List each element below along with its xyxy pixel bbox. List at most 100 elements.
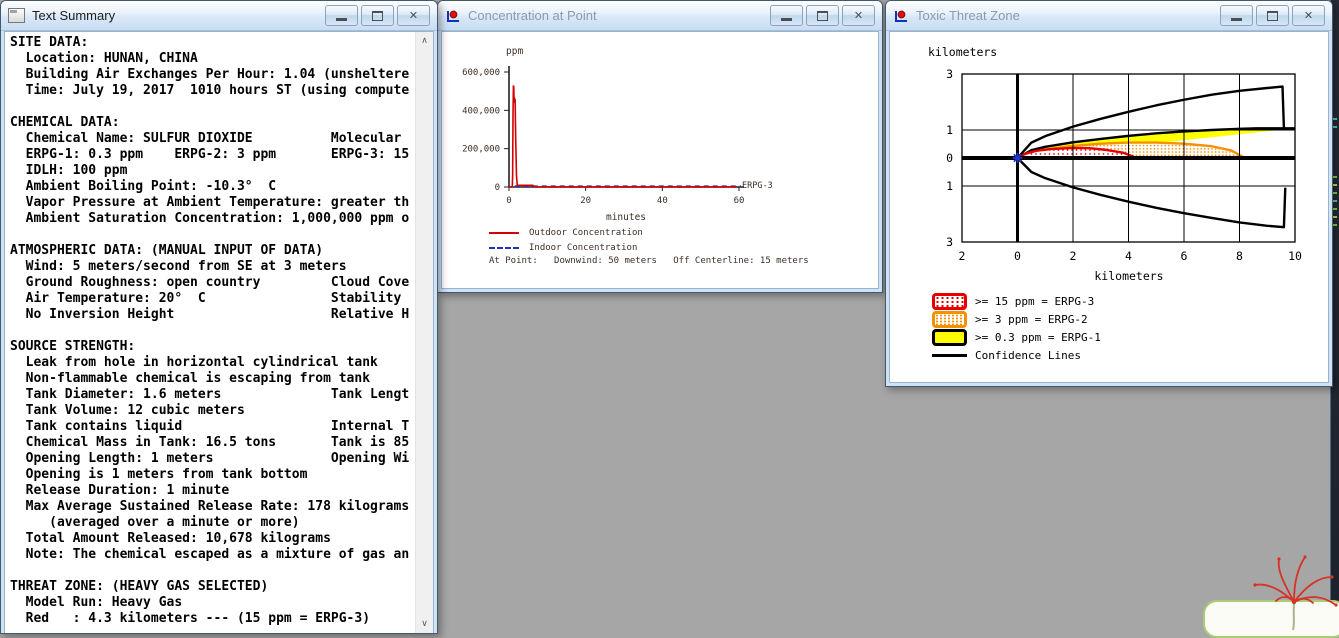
window-title: Toxic Threat Zone <box>916 8 1020 23</box>
text-summary-window: Text Summary ✕ SITE DATA: Location: HUNA… <box>0 0 438 634</box>
maximize-button[interactable] <box>1256 5 1289 26</box>
summary-line: Note: The chemical escaped as a mixture … <box>10 547 410 562</box>
svg-text:kilometers: kilometers <box>928 45 997 59</box>
edge-dash <box>1333 208 1337 210</box>
yellow-solid-swatch <box>932 328 967 346</box>
text-summary-titlebar[interactable]: Text Summary ✕ <box>1 1 437 31</box>
summary-line: Tank contains liquid Internal T <box>10 419 410 434</box>
svg-text:ppm: ppm <box>506 46 523 57</box>
maximize-icon <box>817 10 828 21</box>
summary-line: Leak from hole in horizontal cylindrical… <box>10 355 378 370</box>
svg-text:0: 0 <box>506 196 511 206</box>
minimize-icon <box>336 17 347 21</box>
summary-line <box>10 563 416 579</box>
scroll-up-icon[interactable]: ∧ <box>416 33 433 49</box>
close-button[interactable]: ✕ <box>842 5 875 26</box>
svg-text:200,000: 200,000 <box>462 145 500 155</box>
summary-line: ATMOSPHERIC DATA: (MANUAL INPUT OF DATA) <box>10 243 324 258</box>
summary-line: IDLH: 100 ppm <box>10 163 128 178</box>
summary-line: Max Average Sustained Release Rate: 178 … <box>10 499 410 514</box>
close-button[interactable]: ✕ <box>397 5 430 26</box>
orange-dots-swatch <box>932 310 967 328</box>
edge-dash <box>1333 176 1337 178</box>
summary-text: SITE DATA: Location: HUNAN, CHINA Buildi… <box>5 32 416 633</box>
maximize-icon <box>372 10 383 21</box>
legend-row: Confidence Lines <box>932 346 1101 364</box>
threat-zone-titlebar[interactable]: Toxic Threat Zone ✕ <box>886 1 1332 31</box>
summary-line: Tank Diameter: 1.6 meters Tank Lengt <box>10 387 410 402</box>
maximize-button[interactable] <box>361 5 394 26</box>
svg-text:4: 4 <box>1125 249 1132 263</box>
indoor-line-swatch <box>489 246 519 249</box>
legend-row: >= 0.3 ppm = ERPG-1 <box>932 328 1101 346</box>
svg-text:1: 1 <box>946 123 953 137</box>
summary-line: Ground Roughness: open country Cloud Cov… <box>10 275 410 290</box>
legend-label: >= 3 ppm = ERPG-2 <box>975 312 1088 326</box>
minimize-icon <box>781 17 792 21</box>
summary-line: Red : 4.3 kilometers --- (15 ppm = ERPG-… <box>10 611 371 626</box>
concentration-chart: ppm 0 200,000 400,000 600,000 0 20 40 60 minutes E… <box>462 46 773 223</box>
summary-line: Opening Length: 1 meters Opening Wi <box>10 451 410 466</box>
concentration-window: Concentration at Point ✕ ppm 0 200,000 400,… <box>437 0 883 293</box>
concentration-titlebar[interactable]: Concentration at Point ✕ <box>438 1 882 31</box>
summary-line: No Inversion Height Relative H <box>10 307 410 322</box>
indoor-legend-label: Indoor Concentration <box>529 242 638 253</box>
svg-text:3: 3 <box>946 235 953 249</box>
svg-text:20: 20 <box>580 196 591 206</box>
summary-line: Time: July 19, 2017 1010 hours ST (using… <box>10 83 410 98</box>
svg-text:0: 0 <box>495 183 500 193</box>
svg-text:1: 1 <box>946 179 953 193</box>
close-icon: ✕ <box>853 9 864 22</box>
svg-text:6: 6 <box>1181 249 1188 263</box>
svg-text:40: 40 <box>657 196 668 206</box>
vertical-scrollbar[interactable]: ∧ ∨ <box>415 32 433 633</box>
svg-text:kilometers: kilometers <box>1094 269 1163 283</box>
summary-line: Chemical Name: SULFUR DIOXIDE Molecular <box>10 131 402 146</box>
svg-text:600,000: 600,000 <box>462 68 500 78</box>
summary-line: (averaged over a minute or more) <box>10 515 300 530</box>
spider-lily-flower-graphic <box>1253 555 1338 630</box>
svg-text:ERPG-3: ERPG-3 <box>742 181 773 191</box>
threat-zone-legend: >= 15 ppm = ERPG-3 >= 3 ppm = ERPG-2 >= 0.… <box>932 292 1101 364</box>
edge-dash <box>1333 224 1337 226</box>
summary-line: CHEMICAL DATA: <box>10 115 120 130</box>
aloha-plot-icon <box>447 10 459 22</box>
summary-line: Air Temperature: 20° C Stability <box>10 291 402 306</box>
window-title: Concentration at Point <box>468 8 597 23</box>
summary-line: Opening is 1 meters from tank bottom <box>10 467 308 482</box>
svg-text:0: 0 <box>946 151 953 165</box>
summary-line: Location: HUNAN, CHINA <box>10 51 198 66</box>
threat-zone-window: Toxic Threat Zone ✕ kilometers 3 1 0 1 3 2 0 2 4 6… <box>885 0 1333 387</box>
svg-text:2: 2 <box>1070 249 1077 263</box>
edge-dash <box>1333 200 1337 202</box>
minimize-icon <box>1231 17 1242 21</box>
svg-text:2: 2 <box>959 249 966 263</box>
legend-label: >= 15 ppm = ERPG-3 <box>975 294 1095 308</box>
window-title: Text Summary <box>32 8 116 23</box>
minimize-button[interactable] <box>325 5 358 26</box>
red-dots-swatch <box>932 292 967 310</box>
aloha-plot-icon <box>895 10 907 22</box>
minimize-button[interactable] <box>770 5 803 26</box>
svg-text:8: 8 <box>1236 249 1243 263</box>
scroll-down-icon[interactable]: ∨ <box>416 616 433 632</box>
summary-line: Tank Volume: 12 cubic meters <box>10 403 245 418</box>
svg-text:60: 60 <box>734 196 745 206</box>
at-point-note: At Point: Downwind: 50 meters Off Center… <box>489 256 809 266</box>
minimize-button[interactable] <box>1220 5 1253 26</box>
maximize-button[interactable] <box>806 5 839 26</box>
summary-line <box>10 99 416 115</box>
close-button[interactable]: ✕ <box>1292 5 1325 26</box>
threat-zone-content: kilometers 3 1 0 1 3 2 0 2 4 6 8 10 kilometers >= 15 … <box>889 31 1329 383</box>
svg-text:0: 0 <box>1014 249 1021 263</box>
text-document-icon <box>8 8 25 23</box>
svg-text:400,000: 400,000 <box>462 106 500 116</box>
threat-zone-chart: kilometers310132 0 2 4 6 8 10kilometers <box>928 45 1302 283</box>
edge-dash <box>1333 118 1337 120</box>
summary-line: Model Run: Heavy Gas <box>10 595 183 610</box>
maximize-icon <box>1267 10 1278 21</box>
outdoor-line-swatch <box>489 231 519 234</box>
legend-row: >= 15 ppm = ERPG-3 <box>932 292 1101 310</box>
summary-line: Total Amount Released: 10,678 kilograms <box>10 531 331 546</box>
legend-label: Confidence Lines <box>975 348 1081 362</box>
